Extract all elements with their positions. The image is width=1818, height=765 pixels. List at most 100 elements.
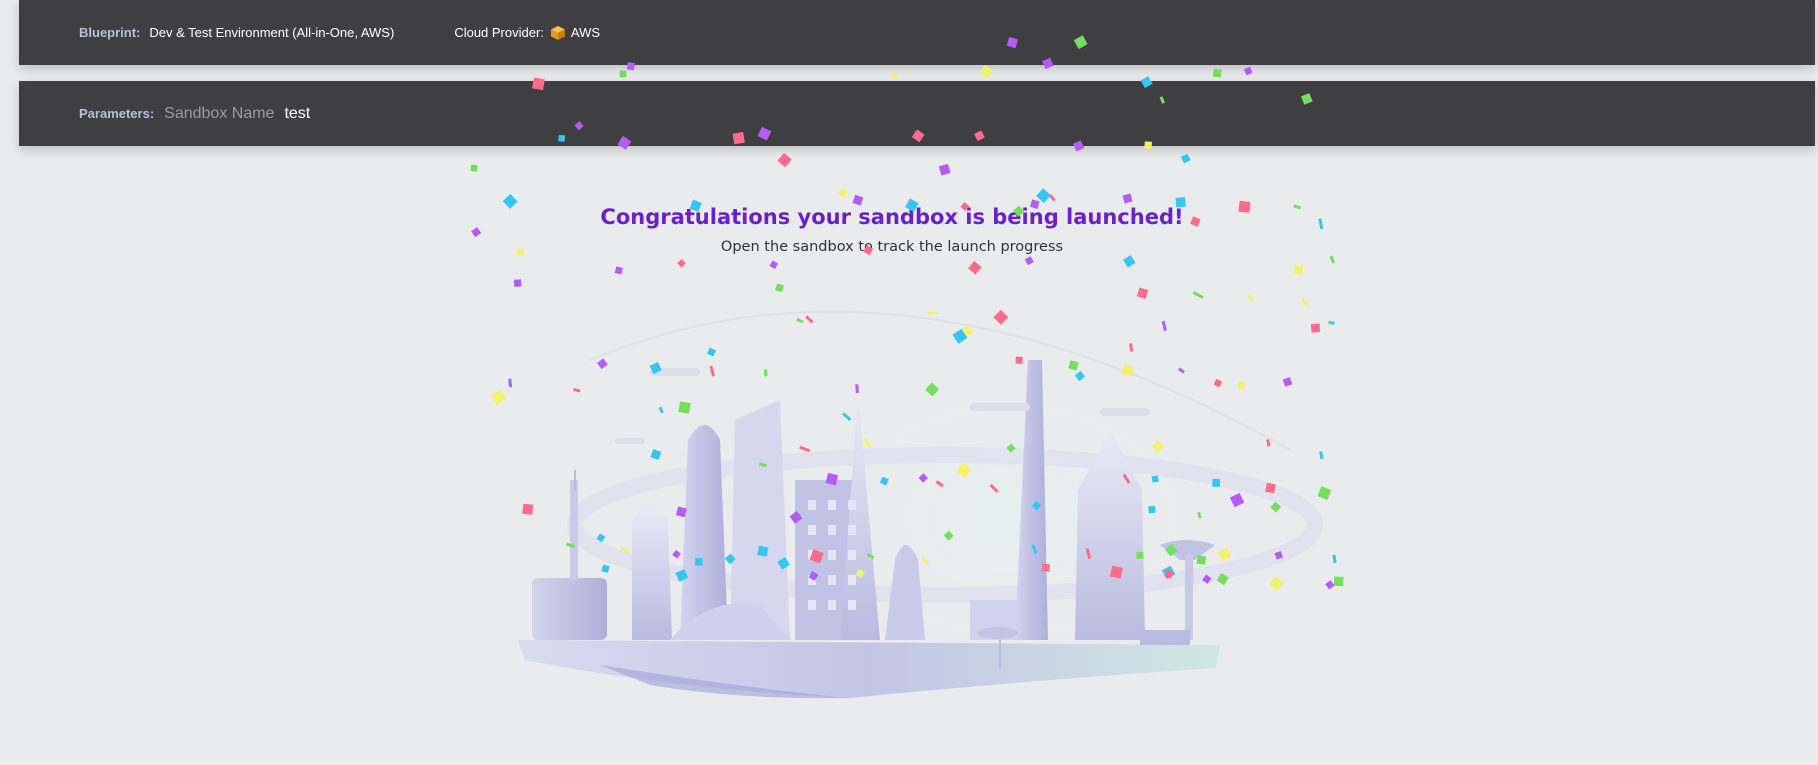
confetti-piece: [1129, 343, 1134, 352]
confetti-piece: [1006, 36, 1019, 49]
confetti-piece: [1122, 193, 1133, 204]
confetti-piece: [1246, 294, 1255, 302]
confetti-piece: [1190, 216, 1201, 227]
confetti-piece: [1015, 356, 1023, 364]
confetti-piece: [777, 152, 792, 168]
confetti-piece: [672, 549, 681, 559]
confetti-piece: [890, 72, 899, 80]
confetti-piece: [1161, 320, 1167, 331]
confetti-piece: [1328, 320, 1335, 326]
confetti-piece: [805, 315, 814, 324]
confetti-piece: [927, 311, 937, 315]
confetti-piece: [1317, 486, 1332, 501]
confetti-piece: [1332, 554, 1337, 564]
confetti-piece: [837, 187, 848, 198]
confetti-piece: [707, 347, 716, 357]
confetti-piece: [1325, 580, 1335, 590]
confetti-piece: [574, 121, 584, 131]
confetti-piece: [617, 135, 632, 150]
confetti-piece: [1159, 96, 1166, 104]
confetti-piece: [1269, 576, 1284, 592]
confetti-piece: [1123, 255, 1136, 268]
confetti-piece: [1192, 291, 1204, 299]
confetti-piece: [516, 248, 525, 257]
confetti-piece: [1213, 378, 1223, 388]
confetti-piece: [1024, 256, 1034, 266]
confetti-piece: [1300, 93, 1313, 105]
confetti-piece: [502, 193, 518, 209]
confetti-piece: [1042, 57, 1054, 70]
confetti-piece: [658, 406, 664, 414]
confetti-piece: [1013, 205, 1025, 217]
confetti-piece: [1175, 197, 1186, 208]
confetti-piece: [1237, 381, 1245, 390]
confetti-piece: [1148, 505, 1156, 514]
confetti-piece: [1029, 199, 1040, 209]
confetti-piece: [597, 358, 608, 370]
confetti-piece: [1329, 255, 1336, 264]
confetti-piece: [938, 163, 951, 176]
confetti-piece: [1041, 563, 1050, 572]
confetti-piece: [960, 202, 970, 212]
confetti-piece: [491, 389, 507, 405]
city-illustration: [470, 35, 1344, 699]
confetti-piece: [619, 70, 627, 78]
confetti-piece: [1073, 35, 1088, 50]
confetti-piece: [508, 378, 513, 388]
confetti-piece: [1109, 565, 1123, 579]
confetti-piece: [1073, 140, 1085, 152]
confetti-piece: [1293, 204, 1302, 210]
confetti-piece: [732, 132, 745, 145]
confetti-piece: [470, 164, 478, 172]
confetti-piece: [513, 279, 522, 287]
confetti-piece: [774, 283, 784, 293]
confetti-piece: [522, 503, 534, 515]
confetti-piece: [1180, 153, 1191, 164]
confetti-piece: [1319, 451, 1324, 460]
confetti-piece: [863, 245, 874, 256]
confetti-piece: [979, 65, 993, 79]
confetti-piece: [993, 309, 1009, 325]
confetti-piece: [763, 369, 768, 377]
confetti-piece: [1294, 265, 1303, 275]
confetti-piece: [1144, 141, 1152, 149]
confetti-piece: [1310, 323, 1321, 333]
confetti-piece: [694, 557, 703, 566]
confetti-piece: [689, 199, 702, 212]
confetti-piece: [532, 77, 545, 91]
confetti-piece: [1265, 482, 1276, 494]
confetti-piece: [769, 260, 779, 270]
confetti-piece: [1136, 551, 1144, 559]
confetti-piece: [1212, 68, 1222, 78]
confetti-piece: [709, 365, 716, 377]
confetti-piece: [1282, 377, 1293, 387]
confetti-piece: [1196, 555, 1207, 565]
confetti-piece: [1151, 475, 1159, 483]
confetti-piece: [796, 317, 804, 324]
confetti-piece: [1136, 287, 1149, 299]
confetti-piece: [650, 449, 662, 460]
confetti-piece: [1301, 298, 1309, 307]
confetti-piece: [558, 134, 566, 142]
confetti-piece: [471, 227, 482, 238]
confetti-piece: [1266, 439, 1271, 447]
confetti-piece: [852, 194, 864, 206]
confetti-piece: [1036, 188, 1052, 204]
confetti-piece: [572, 388, 581, 393]
confetti-piece: [677, 258, 686, 268]
confetti-piece: [601, 564, 610, 573]
confetti-piece: [678, 401, 691, 414]
confetti-piece: [1318, 218, 1324, 230]
confetti-piece: [1333, 576, 1344, 587]
confetti-piece: [1243, 66, 1253, 76]
confetti-piece: [757, 545, 769, 557]
confetti-piece: [1238, 200, 1251, 213]
confetti-piece: [1212, 478, 1221, 487]
confetti-piece: [1140, 76, 1153, 89]
confetti-piece: [905, 198, 919, 212]
confetti-piece: [626, 62, 635, 71]
confetti-piece: [974, 130, 985, 142]
confetti-piece: [1177, 367, 1185, 374]
confetti-piece: [757, 126, 772, 141]
confetti-piece: [855, 384, 859, 394]
